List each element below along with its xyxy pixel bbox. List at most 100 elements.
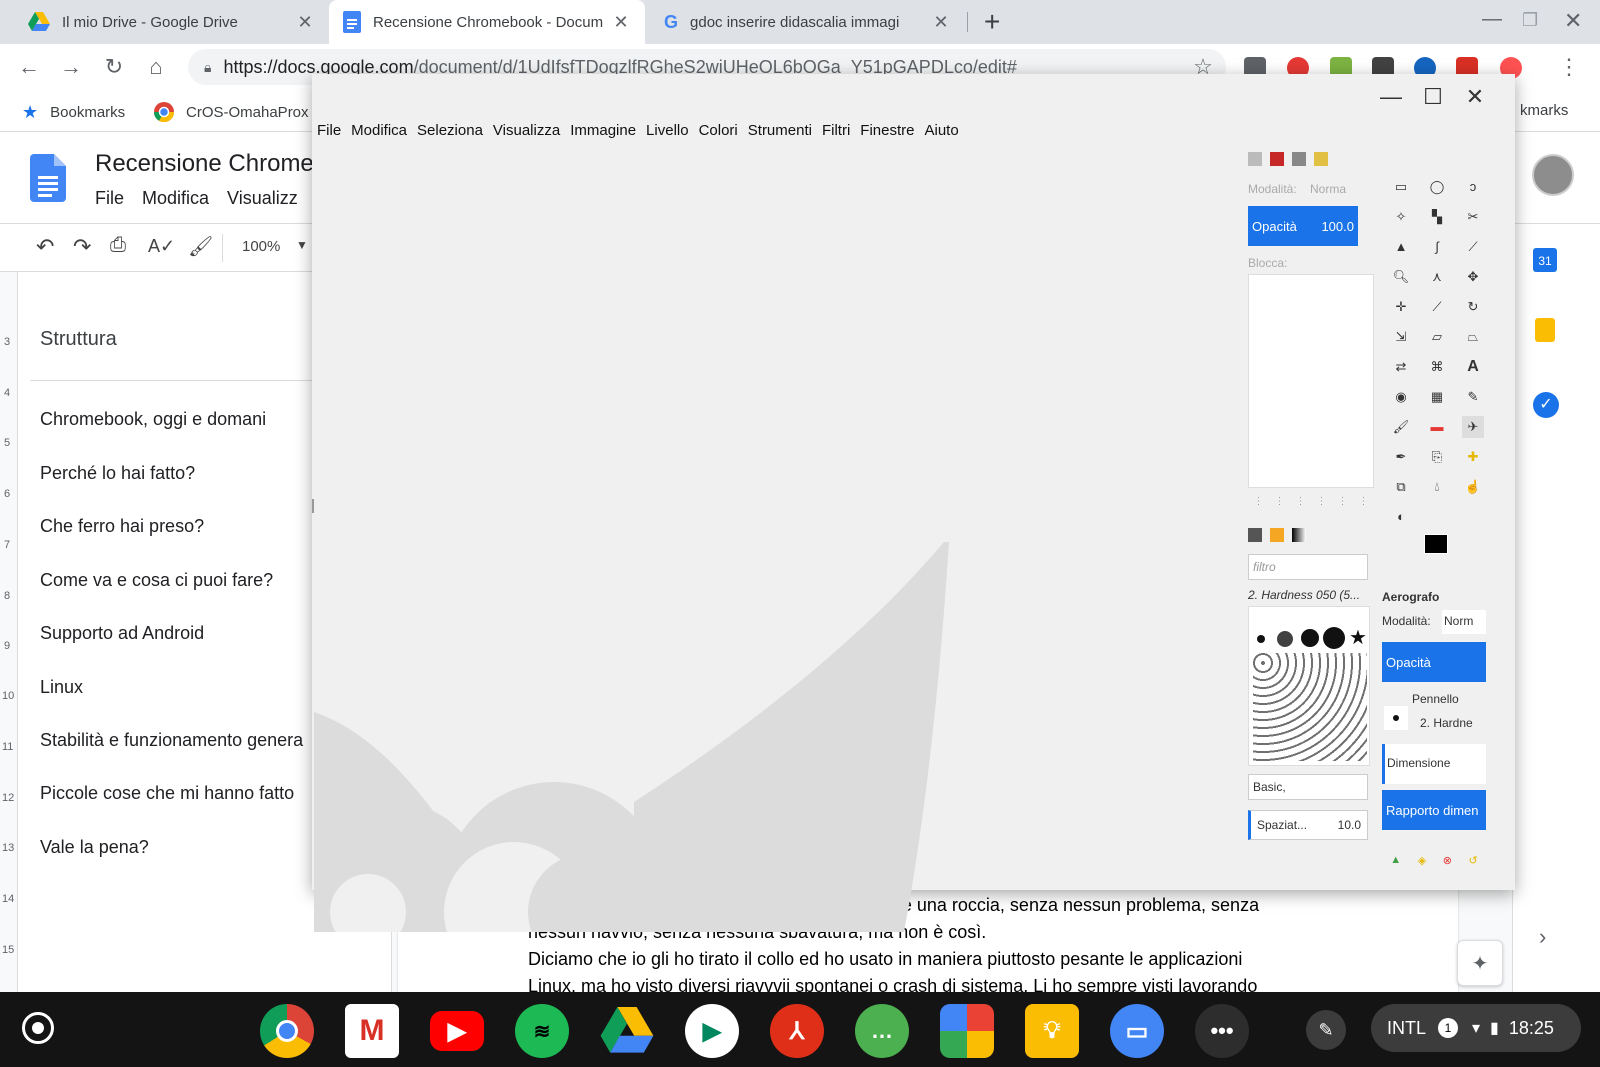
stylus-tools-icon[interactable]: ✎ <box>1306 1010 1346 1050</box>
brush-swatch[interactable] <box>1277 631 1293 647</box>
outline-item[interactable]: Stabilità e funzionamento genera <box>40 730 303 751</box>
gimp-minimize-button[interactable]: — <box>1376 84 1406 110</box>
ink-tool[interactable]: ✒ <box>1390 446 1412 468</box>
zoom-select[interactable]: 100% <box>242 238 280 255</box>
tool-brush-name[interactable]: 2. Hardne <box>1420 716 1473 730</box>
chrome-app-icon[interactable] <box>260 1004 314 1058</box>
gimp-menu-immagine[interactable]: Immagine <box>565 122 641 152</box>
gimp-menu-finestre[interactable]: Finestre <box>855 122 919 152</box>
gimp-image-canvas[interactable] <box>314 152 1264 932</box>
perspective-clone-tool[interactable]: ⧉ <box>1390 476 1412 498</box>
reset-options-icon[interactable]: ↺ <box>1468 854 1477 868</box>
tab-recensione-chromebook[interactable]: Recensione Chromebook - Docum ✕ <box>329 0 645 44</box>
move-tool[interactable]: ✥ <box>1462 266 1484 288</box>
layer-opacity-slider[interactable]: Opacità 100.0 <box>1248 206 1358 246</box>
canvas-resize-handle[interactable] <box>312 499 314 513</box>
restore-options-icon[interactable]: ◈ <box>1418 854 1426 868</box>
brush-swatch[interactable] <box>1257 635 1265 643</box>
bucket-fill-tool[interactable]: ◉ <box>1390 386 1412 408</box>
pencil-tool[interactable]: ✎ <box>1462 386 1484 408</box>
text-tool[interactable]: A <box>1462 356 1484 378</box>
outline-item[interactable]: Vale la pena? <box>40 837 149 858</box>
files-app-icon[interactable]: ▭ <box>1110 1004 1164 1058</box>
new-tab-button[interactable]: + <box>984 6 1000 38</box>
outline-item[interactable]: Chromebook, oggi e domani <box>40 409 266 430</box>
paths-tab-icon[interactable] <box>1292 152 1306 166</box>
minimize-browser-button[interactable]: — <box>1482 8 1502 31</box>
other-bookmarks[interactable]: kmarks <box>1520 102 1568 119</box>
scale-tool[interactable]: ⇲ <box>1390 326 1412 348</box>
status-tray[interactable]: INTL 1 ▾ ▮ 18:25 <box>1371 1004 1581 1052</box>
brush-texture-swatches[interactable] <box>1253 653 1367 761</box>
zoom-tool[interactable]: 🔍︎ <box>1390 266 1412 288</box>
docs-logo-icon[interactable] <box>30 154 66 202</box>
dodge-burn-tool[interactable]: ◐ <box>1390 506 1412 528</box>
eraser-tool[interactable]: ▬ <box>1426 416 1448 438</box>
new-layer-button[interactable]: ⋮ <box>1254 496 1264 508</box>
gimp-menu-colori[interactable]: Colori <box>694 122 743 152</box>
print-icon[interactable]: ⎙ <box>110 234 126 257</box>
tasks-icon[interactable]: ✓ <box>1533 392 1559 418</box>
brush-filter-input[interactable]: filtro <box>1248 554 1368 580</box>
close-tab-icon[interactable]: ✕ <box>295 12 315 33</box>
heal-tool[interactable]: ✚ <box>1462 446 1484 468</box>
blur-tool[interactable]: 💧︎ <box>1426 476 1448 498</box>
bookmark-item[interactable]: ★ Bookmarks <box>22 102 125 123</box>
rect-select-tool[interactable]: ▭ <box>1390 176 1412 198</box>
raise-layer-button[interactable]: ⋮ <box>1275 496 1285 508</box>
avatar[interactable] <box>1532 154 1574 196</box>
layers-tab-icon[interactable] <box>1248 152 1262 166</box>
outline-item[interactable]: Che ferro hai preso? <box>40 516 204 537</box>
airbrush-tool[interactable]: ✈ <box>1462 416 1484 438</box>
brush-spacing-spinner[interactable]: Spaziat... 10.0 <box>1248 810 1368 840</box>
patterns-tab-icon[interactable] <box>1270 528 1284 542</box>
tool-brush-preview[interactable] <box>1384 706 1408 730</box>
tab-gdoc-search[interactable]: G gdoc inserire didascalia immagi ✕ <box>650 0 965 44</box>
brush-star-swatch[interactable]: ★ <box>1349 625 1367 650</box>
layer-mode-select[interactable]: Norma <box>1310 182 1346 196</box>
shear-tool[interactable]: ▱ <box>1426 326 1448 348</box>
foreground-color-swatch[interactable] <box>1424 534 1448 554</box>
color-picker-tool[interactable]: ⟋ <box>1462 236 1484 258</box>
rotate-tool[interactable]: ↻ <box>1462 296 1484 318</box>
measure-tool[interactable]: ⋏ <box>1426 266 1448 288</box>
reload-button[interactable]: ↻ <box>101 54 127 80</box>
perspective-tool[interactable]: ⏢ <box>1462 326 1484 348</box>
foreground-select-tool[interactable]: ▲ <box>1390 236 1412 258</box>
gimp-menu-seleziona[interactable]: Seleziona <box>412 122 488 152</box>
calendar-icon[interactable]: 31 <box>1533 248 1557 272</box>
paintbrush-tool[interactable]: 🖌︎ <box>1390 416 1412 438</box>
redo-icon[interactable]: ↷ <box>73 234 91 260</box>
acrobat-app-icon[interactable]: ⅄ <box>770 1004 824 1058</box>
photos-app-icon[interactable] <box>940 1004 994 1058</box>
close-tab-icon[interactable]: ✕ <box>611 12 631 33</box>
close-tab-icon[interactable]: ✕ <box>931 12 951 33</box>
play-store-app-icon[interactable]: ▶ <box>685 1004 739 1058</box>
spellcheck-icon[interactable]: A✓ <box>148 236 175 257</box>
gimp-close-button[interactable]: ✕ <box>1460 84 1490 110</box>
save-options-icon[interactable]: ▲ <box>1390 854 1401 868</box>
chevron-right-icon[interactable]: › <box>1539 924 1546 950</box>
flip-tool[interactable]: ⇄ <box>1390 356 1412 378</box>
paragraph-line[interactable]: Diciamo che io gli ho tirato il collo ed… <box>528 949 1242 970</box>
tool-size-slider[interactable]: Dimensione <box>1382 744 1486 784</box>
menu-visualizza[interactable]: Visualizz <box>227 188 298 209</box>
gimp-menu-file[interactable]: File <box>312 122 346 152</box>
anchor-layer-button[interactable]: ⋮ <box>1338 496 1348 508</box>
outline-item[interactable]: Linux <box>40 677 83 698</box>
channels-tab-icon[interactable] <box>1270 152 1284 166</box>
brush-swatch[interactable] <box>1323 627 1345 649</box>
document-title[interactable]: Recensione Chrome <box>95 150 314 178</box>
back-button[interactable]: ← <box>16 54 42 80</box>
delete-options-icon[interactable]: ⊗ <box>1443 854 1452 868</box>
gimp-menu-aiuto[interactable]: Aiuto <box>919 122 963 152</box>
gimp-menu-modifica[interactable]: Modifica <box>346 122 412 152</box>
drive-app-icon[interactable] <box>600 1004 654 1058</box>
clone-tool[interactable]: ⎘ <box>1426 446 1448 468</box>
menu-modifica[interactable]: Modifica <box>142 188 209 209</box>
outline-item[interactable]: Perché lo hai fatto? <box>40 463 195 484</box>
gradients-tab-icon[interactable] <box>1292 528 1306 542</box>
outline-item[interactable]: Piccole cose che mi hanno fatto <box>40 783 294 804</box>
layers-list[interactable] <box>1248 274 1374 488</box>
brush-tag-select[interactable]: Basic, <box>1248 774 1368 800</box>
